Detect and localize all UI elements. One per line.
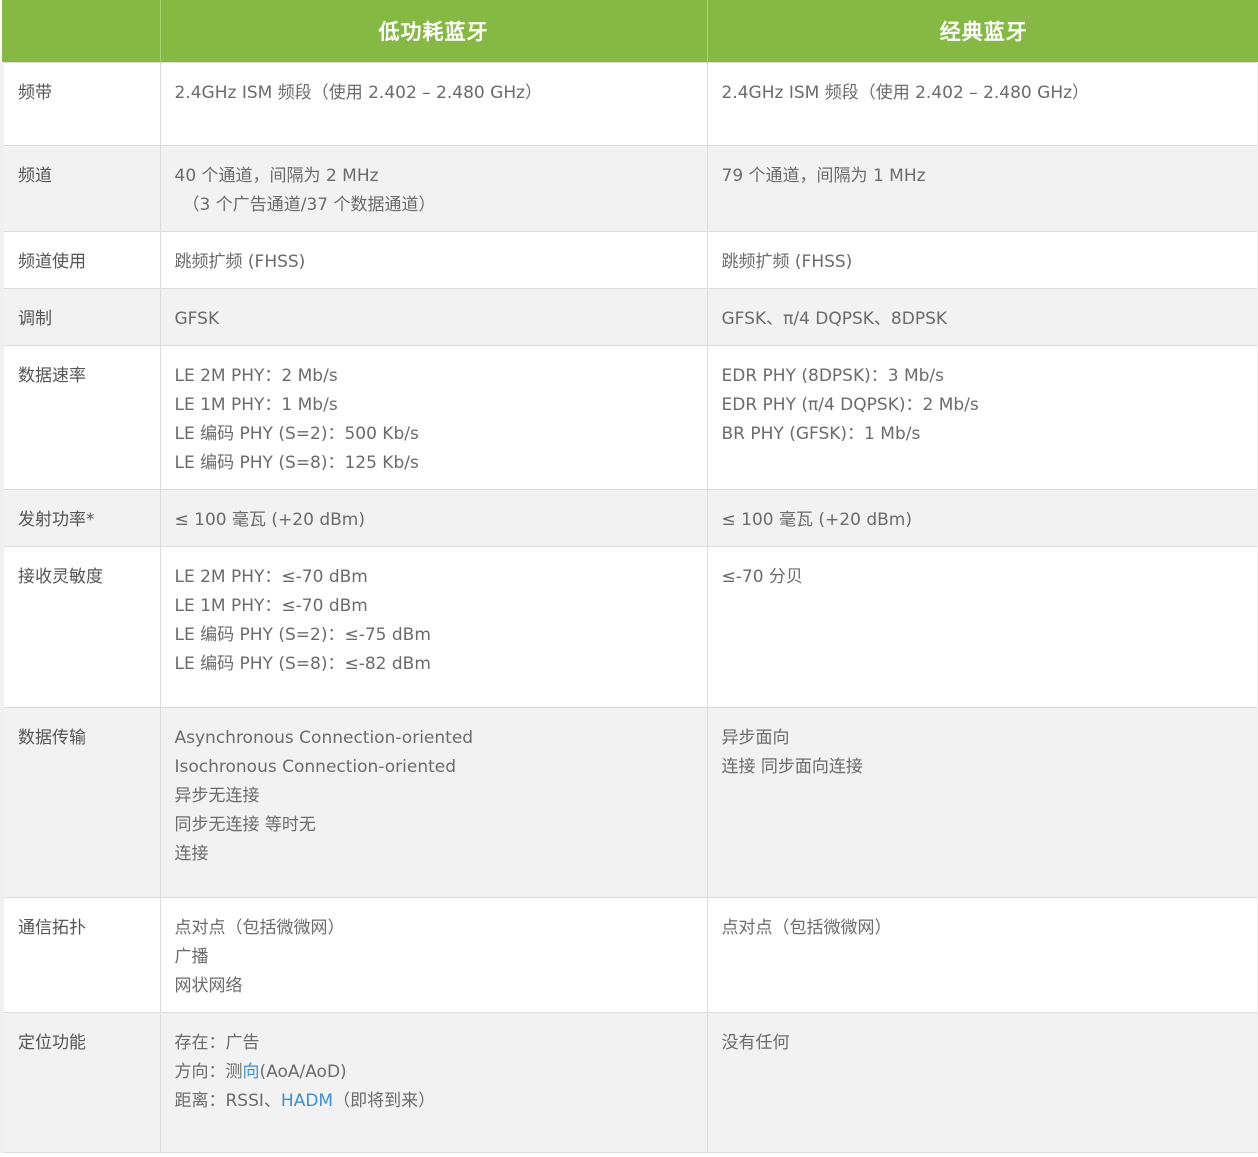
cell-line: 同步无连接 等时无 bbox=[174, 815, 316, 835]
direction-suffix: (AoA/AoD) bbox=[259, 1062, 347, 1082]
classic-cell: 异步面向 连接 同步面向连接 bbox=[706, 707, 1258, 898]
cell-line: 异步面向 bbox=[721, 728, 790, 748]
classic-cell: ≤ 100 毫瓦 (+20 dBm) bbox=[706, 489, 1258, 547]
table-header: 低功耗蓝牙 经典蓝牙 bbox=[2, 0, 1258, 63]
le-cell: Asynchronous Connection-oriented Isochro… bbox=[159, 707, 707, 898]
cell-line: BR PHY (GFSK)：1 Mb/s bbox=[721, 424, 921, 444]
comparison-table: 低功耗蓝牙 经典蓝牙 频带 2.4GHz ISM 频段（使用 2.402 – 2… bbox=[0, 0, 1258, 1153]
cell-line: 网状网络 bbox=[174, 976, 243, 996]
row-label: 定位功能 bbox=[0, 1012, 160, 1153]
cell-line: 异步无连接 bbox=[174, 786, 260, 806]
row-topology: 通信拓扑 点对点（包括微微网） 广播 网状网络 点对点（包括微微网） bbox=[0, 897, 1258, 1013]
cell-line: GFSK bbox=[174, 309, 220, 329]
direction-finding-link[interactable]: 向 bbox=[243, 1062, 260, 1082]
le-cell: 点对点（包括微微网） 广播 网状网络 bbox=[159, 897, 707, 1013]
row-channel-usage: 频道使用 跳频扩频 (FHSS) 跳频扩频 (FHSS) bbox=[0, 231, 1258, 289]
cell-line: Asynchronous Connection-oriented bbox=[174, 728, 474, 748]
cell-line: （3 个广告通道/37 个数据通道） bbox=[182, 195, 436, 215]
cell-line: LE 编码 PHY (S=2)：500 Kb/s bbox=[174, 424, 419, 444]
le-cell: 2.4GHz ISM 频段（使用 2.402 – 2.480 GHz） bbox=[159, 62, 707, 146]
header-classic: 经典蓝牙 bbox=[706, 0, 1258, 63]
header-le: 低功耗蓝牙 bbox=[159, 0, 707, 63]
row-data-transfer: 数据传输 Asynchronous Connection-oriented Is… bbox=[0, 707, 1258, 898]
cell-line: 没有任何 bbox=[721, 1033, 790, 1053]
distance-prefix: 距离：RSSI、 bbox=[174, 1091, 281, 1111]
hadm-link[interactable]: HADM bbox=[281, 1091, 333, 1111]
cell-line: 连接 同步面向连接 bbox=[721, 757, 863, 777]
row-label: 接收灵敏度 bbox=[0, 546, 160, 708]
le-cell: 跳频扩频 (FHSS) bbox=[159, 231, 707, 289]
row-tx-power: 发射功率* ≤ 100 毫瓦 (+20 dBm) ≤ 100 毫瓦 (+20 d… bbox=[0, 489, 1258, 547]
row-label: 频道使用 bbox=[0, 231, 160, 289]
distance-suffix: （即将到来） bbox=[333, 1091, 436, 1111]
classic-cell: 79 个通道，间隔为 1 MHz bbox=[706, 145, 1258, 232]
classic-cell: 跳频扩频 (FHSS) bbox=[706, 231, 1258, 289]
cell-line: ≤ 100 毫瓦 (+20 dBm) bbox=[721, 510, 912, 530]
cell-line: LE 编码 PHY (S=2)：≤-75 dBm bbox=[174, 625, 431, 645]
cell-line: 广播 bbox=[174, 947, 209, 967]
cell-line: 跳频扩频 (FHSS) bbox=[721, 252, 853, 272]
cell-line: 2.4GHz ISM 频段（使用 2.402 – 2.480 GHz） bbox=[174, 83, 543, 103]
row-modulation: 调制 GFSK GFSK、π/4 DQPSK、8DPSK bbox=[0, 288, 1258, 346]
classic-cell: EDR PHY (8DPSK)：3 Mb/s EDR PHY (π/4 DQPS… bbox=[706, 345, 1258, 490]
cell-line: GFSK、π/4 DQPSK、8DPSK bbox=[721, 309, 948, 329]
cell-line: 2.4GHz ISM 频段（使用 2.402 – 2.480 GHz） bbox=[721, 83, 1090, 103]
cell-line: Isochronous Connection-oriented bbox=[174, 757, 457, 777]
cell-line: 距离：RSSI、HADM（即将到来） bbox=[175, 1087, 695, 1116]
row-positioning: 定位功能 存在：广告 方向：测向(AoA/AoD) 距离：RSSI、HADM（即… bbox=[0, 1012, 1258, 1153]
cell-line: 点对点（包括微微网） bbox=[721, 918, 892, 938]
cell-line: LE 2M PHY：≤-70 dBm bbox=[174, 567, 368, 587]
cell-line: LE 1M PHY：1 Mb/s bbox=[174, 395, 338, 415]
direction-prefix: 方向：测 bbox=[174, 1062, 243, 1082]
le-cell: 存在：广告 方向：测向(AoA/AoD) 距离：RSSI、HADM（即将到来） bbox=[159, 1012, 707, 1153]
classic-cell: 点对点（包括微微网） bbox=[706, 897, 1258, 1013]
classic-cell: ≤-70 分贝 bbox=[706, 546, 1258, 708]
cell-line: EDR PHY (8DPSK)：3 Mb/s bbox=[721, 366, 945, 386]
cell-line: EDR PHY (π/4 DQPSK)：2 Mb/s bbox=[721, 395, 979, 415]
classic-cell: 2.4GHz ISM 频段（使用 2.402 – 2.480 GHz） bbox=[706, 62, 1258, 146]
classic-cell: 没有任何 bbox=[706, 1012, 1258, 1153]
cell-line: 方向：测向(AoA/AoD) bbox=[175, 1058, 695, 1087]
cell-line: ≤ 100 毫瓦 (+20 dBm) bbox=[174, 510, 365, 530]
le-cell: ≤ 100 毫瓦 (+20 dBm) bbox=[159, 489, 707, 547]
le-cell: LE 2M PHY：≤-70 dBm LE 1M PHY：≤-70 dBm LE… bbox=[159, 546, 707, 708]
cell-line: LE 编码 PHY (S=8)：≤-82 dBm bbox=[174, 654, 431, 674]
row-label: 频带 bbox=[0, 62, 160, 146]
row-label: 数据传输 bbox=[0, 707, 160, 898]
le-cell: 40 个通道，间隔为 2 MHz （3 个广告通道/37 个数据通道） bbox=[159, 145, 707, 232]
cell-line: ≤-70 分贝 bbox=[721, 567, 803, 587]
cell-line: 79 个通道，间隔为 1 MHz bbox=[721, 166, 926, 186]
cell-line: 存在：广告 bbox=[174, 1033, 260, 1053]
row-label: 数据速率 bbox=[0, 345, 160, 490]
cell-line: 连接 bbox=[174, 844, 209, 864]
classic-cell: GFSK、π/4 DQPSK、8DPSK bbox=[706, 288, 1258, 346]
cell-line: LE 2M PHY：2 Mb/s bbox=[174, 366, 338, 386]
row-rx-sensitivity: 接收灵敏度 LE 2M PHY：≤-70 dBm LE 1M PHY：≤-70 … bbox=[0, 546, 1258, 708]
cell-line: LE 1M PHY：≤-70 dBm bbox=[174, 596, 368, 616]
row-label: 频道 bbox=[0, 145, 160, 232]
header-feature bbox=[2, 0, 160, 63]
row-label: 发射功率* bbox=[0, 489, 160, 547]
cell-line: LE 编码 PHY (S=8)：125 Kb/s bbox=[174, 453, 419, 473]
le-cell: GFSK bbox=[159, 288, 707, 346]
row-band: 频带 2.4GHz ISM 频段（使用 2.402 – 2.480 GHz） 2… bbox=[0, 62, 1258, 146]
cell-line: 点对点（包括微微网） bbox=[174, 918, 345, 938]
row-channels: 频道 40 个通道，间隔为 2 MHz （3 个广告通道/37 个数据通道） 7… bbox=[0, 145, 1258, 232]
row-data-rate: 数据速率 LE 2M PHY：2 Mb/s LE 1M PHY：1 Mb/s L… bbox=[0, 345, 1258, 490]
le-cell: LE 2M PHY：2 Mb/s LE 1M PHY：1 Mb/s LE 编码 … bbox=[159, 345, 707, 490]
row-label: 通信拓扑 bbox=[0, 897, 160, 1013]
cell-line: 40 个通道，间隔为 2 MHz bbox=[174, 166, 379, 186]
header-row: 低功耗蓝牙 经典蓝牙 bbox=[2, 0, 1258, 63]
row-label: 调制 bbox=[0, 288, 160, 346]
cell-line: 跳频扩频 (FHSS) bbox=[174, 252, 306, 272]
